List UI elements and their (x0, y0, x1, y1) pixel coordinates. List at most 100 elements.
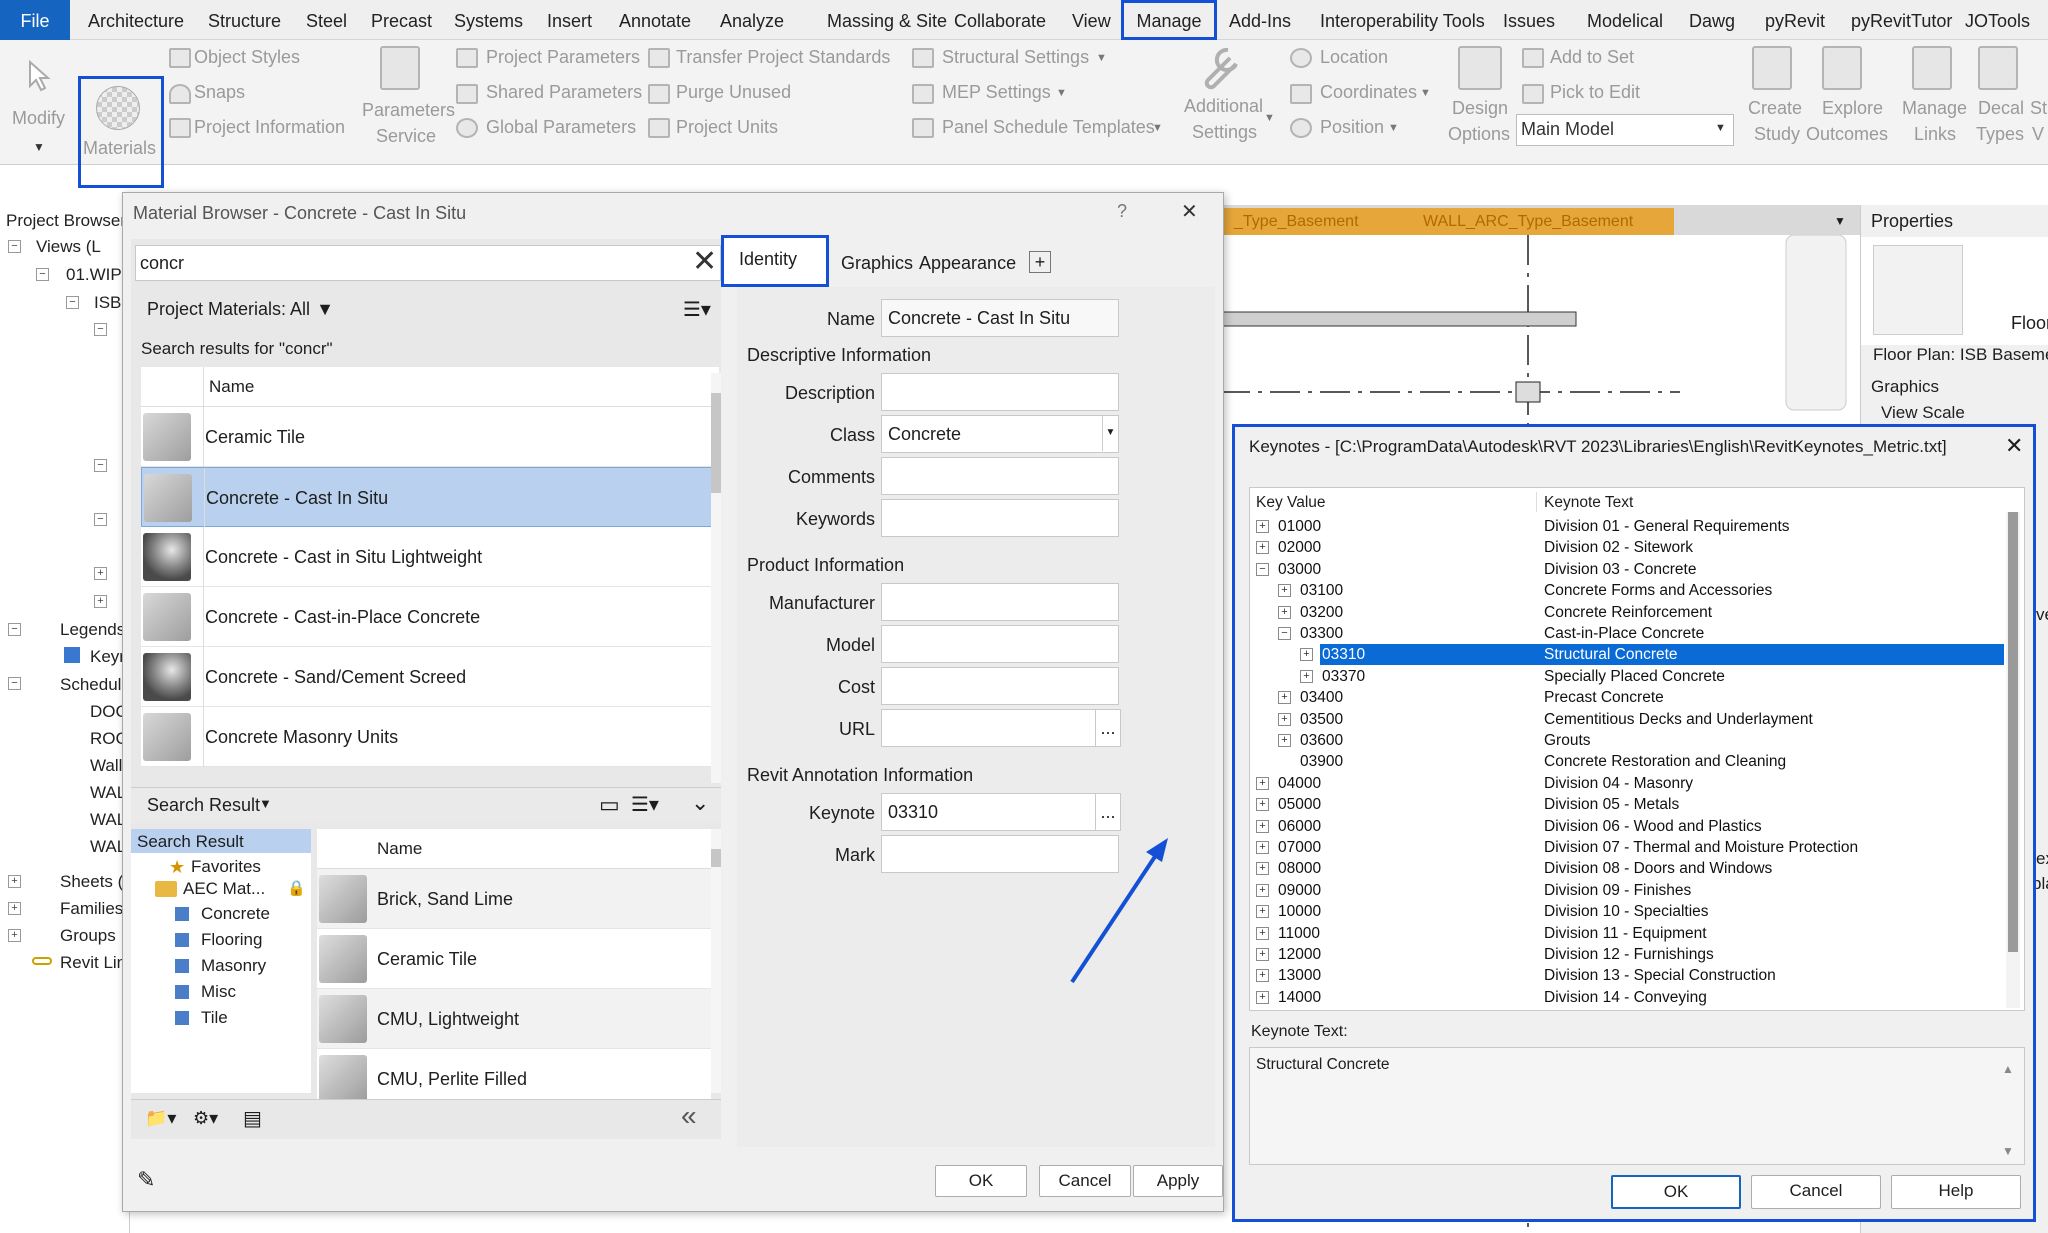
tree-item-views[interactable]: Views (L (36, 237, 101, 257)
design-options-label-1[interactable]: Design (1452, 98, 1508, 119)
keynote-row[interactable]: +14000 Division 14 - Conveying (1250, 987, 2020, 1008)
keynote-row[interactable]: +03100 Concrete Forms and Accessories (1250, 580, 2020, 601)
tabs-dropdown-icon[interactable]: ▼ (1834, 214, 1846, 228)
keynote-row[interactable]: +03500 Cementitious Decks and Underlaymen… (1250, 709, 2020, 730)
asset-browser-icon[interactable]: ▤ (243, 1106, 262, 1131)
open-library-icon[interactable]: ⚙▾ (193, 1108, 218, 1129)
add-tab-button[interactable]: + (1029, 251, 1051, 273)
cancel-button[interactable]: Cancel (1751, 1175, 1881, 1209)
explore-outcomes-label-2[interactable]: Outcomes (1806, 124, 1888, 145)
clear-search-icon[interactable]: ✕ (692, 244, 717, 279)
shared-parameters-button[interactable]: Shared Parameters (486, 82, 642, 103)
design-option-select[interactable]: Main Model ▼ (1516, 114, 1734, 146)
menu-jotools[interactable]: JOTools (1965, 0, 2030, 40)
add-to-set-button[interactable]: Add to Set (1550, 47, 1634, 68)
material-row[interactable]: Concrete - Cast-in-Place Concrete (141, 587, 719, 647)
cost-input[interactable] (881, 667, 1119, 705)
close-icon[interactable]: ✕ (2005, 433, 2023, 459)
location-button[interactable]: Location (1320, 47, 1388, 68)
expand-icon[interactable]: + (1256, 541, 1269, 555)
keynote-row[interactable]: +04000 Division 04 - Masonry (1250, 773, 2020, 794)
keynote-row[interactable]: +06000 Division 06 - Wood and Plastics (1250, 816, 2020, 837)
decal-types-label-2[interactable]: Types (1976, 124, 2024, 145)
type-selector[interactable]: Floor Plan (1861, 237, 2048, 345)
view-options-icon[interactable]: ☰▾ (683, 297, 711, 322)
position-button[interactable]: Position (1320, 117, 1384, 138)
class-select[interactable]: Concrete ▼ (881, 415, 1119, 453)
menu-architecture[interactable]: Architecture (88, 0, 184, 40)
manage-links-label-2[interactable]: Links (1914, 124, 1956, 145)
menu-dawg[interactable]: Dawg (1689, 0, 1735, 40)
url-browse-button[interactable]: ... (1095, 709, 1121, 747)
material-row[interactable]: Concrete - Cast In Situ (141, 467, 719, 528)
description-input[interactable] (881, 373, 1119, 411)
tree-toggle[interactable]: − (36, 268, 49, 281)
library-row[interactable]: CMU, Lightweight (317, 989, 711, 1049)
tree-item-aec-materials[interactable]: AEC Mat... (183, 879, 265, 899)
material-row[interactable]: Concrete - Sand/Cement Screed (141, 647, 719, 707)
tree-item-sheets[interactable]: Sheets ( (60, 872, 123, 892)
expand-icon[interactable]: + (1256, 841, 1269, 854)
tab-graphics[interactable]: Graphics (841, 253, 913, 274)
expand-icon[interactable]: + (1256, 862, 1269, 876)
parameters-service-label-2[interactable]: Service (376, 126, 436, 147)
expand-icon[interactable]: + (1256, 776, 1269, 790)
mep-settings-button[interactable]: MEP Settings (942, 82, 1051, 103)
help-icon[interactable]: ? (1117, 201, 1127, 222)
decal-types-label-1[interactable]: Decal (1978, 98, 2024, 119)
tree-item-01wip[interactable]: 01.WIP (66, 265, 122, 285)
keynote-row[interactable]: +07000 Division 07 - Thermal and Moisture… (1250, 837, 2020, 858)
menu-insert[interactable]: Insert (547, 0, 592, 40)
parameters-service-label-1[interactable]: Parameters (362, 100, 455, 121)
ok-button[interactable]: OK (935, 1165, 1027, 1197)
instance-selector[interactable]: Floor Plan: ISB Baseme (1873, 345, 2048, 365)
create-study-label-2[interactable]: Study (1754, 124, 1800, 145)
tree-toggle[interactable]: + (8, 875, 21, 888)
expand-icon[interactable]: + (1278, 584, 1291, 598)
create-study-label-1[interactable]: Create (1748, 98, 1802, 119)
project-information-button[interactable]: Project Information (194, 117, 345, 138)
list-view-icon[interactable]: ☰▾ (631, 792, 659, 817)
keynote-row[interactable]: +12000 Division 12 - Furnishings (1250, 944, 2020, 965)
keywords-input[interactable] (881, 499, 1119, 537)
ok-button[interactable]: OK (1611, 1175, 1741, 1209)
global-parameters-button[interactable]: Global Parameters (486, 117, 636, 138)
keynote-row[interactable]: 03900 Concrete Restoration and Cleaning (1250, 751, 2020, 772)
menu-file[interactable]: File (0, 0, 70, 40)
keynote-row[interactable]: +10000 Division 10 - Specialties (1250, 901, 2020, 922)
menu-manage[interactable]: Manage (1121, 0, 1217, 40)
menu-structure[interactable]: Structure (208, 0, 281, 40)
scroll-up-icon[interactable]: ▲ (2002, 1062, 2014, 1076)
expand-icon[interactable]: + (1256, 948, 1269, 961)
keynote-scrollbar[interactable] (2006, 512, 2020, 1008)
scroll-thumb[interactable] (711, 849, 721, 867)
keynote-row[interactable]: +03200 Concrete Reinforcement (1250, 602, 2020, 623)
material-row[interactable]: Ceramic Tile (141, 407, 719, 467)
expand-icon[interactable]: + (1256, 969, 1269, 983)
cut-off-label-2[interactable]: V (2032, 124, 2044, 145)
tree-item-favorites[interactable]: Favorites (191, 857, 261, 877)
menu-massing-site[interactable]: Massing & Site (827, 0, 947, 40)
tree-item-families[interactable]: Families (60, 899, 123, 919)
expand-icon[interactable]: + (1256, 883, 1269, 897)
expand-icon[interactable]: + (1256, 798, 1269, 812)
comments-input[interactable] (881, 457, 1119, 495)
menu-collaborate[interactable]: Collaborate (954, 0, 1046, 40)
keynote-row[interactable]: +03600 Grouts (1250, 730, 2020, 751)
menu-issues[interactable]: Issues (1503, 0, 1555, 40)
material-scrollbar[interactable] (711, 373, 721, 783)
edit-material-icon[interactable]: ✎ (137, 1167, 155, 1193)
material-row[interactable]: Concrete - Cast in Situ Lightweight (141, 527, 719, 587)
model-input[interactable] (881, 625, 1119, 663)
cut-off-label-1[interactable]: St (2030, 98, 2047, 119)
tree-item-schedule[interactable]: WAL (90, 810, 126, 830)
tree-item-search-result[interactable]: Search Result (131, 829, 311, 853)
tree-item-misc[interactable]: Misc (201, 982, 236, 1002)
tree-toggle[interactable]: − (8, 623, 21, 636)
pick-to-edit-button[interactable]: Pick to Edit (1550, 82, 1640, 103)
collapse-icon[interactable]: − (1278, 627, 1291, 640)
tree-item-schedules[interactable]: Schedul (60, 675, 121, 695)
panel-toggle-icon[interactable]: ▭ (599, 792, 620, 818)
modify-button[interactable]: Modify ▼ (8, 50, 70, 160)
tree-item-schedule[interactable]: Wall (90, 756, 122, 776)
